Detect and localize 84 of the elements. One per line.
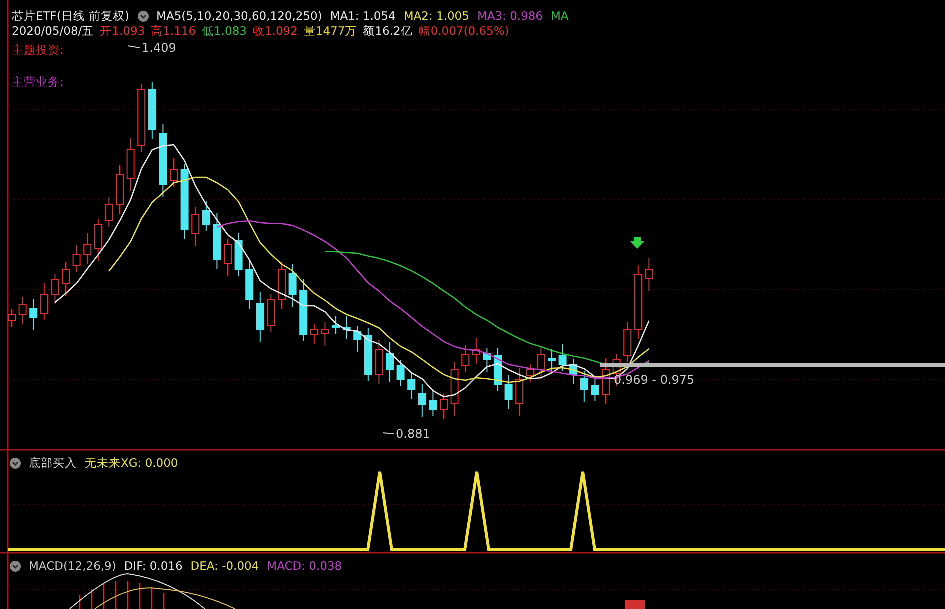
candlestick bbox=[624, 322, 632, 362]
down-arrow-icon bbox=[630, 237, 645, 249]
candlestick bbox=[462, 344, 470, 372]
quote-value: 量1477万 bbox=[304, 23, 358, 40]
candlestick bbox=[213, 212, 222, 270]
candlestick bbox=[8, 308, 16, 328]
ma-reading: MA bbox=[551, 8, 569, 25]
side-label: 主题投资: bbox=[12, 42, 64, 59]
candlestick bbox=[72, 244, 81, 272]
candlestick bbox=[321, 322, 330, 346]
candlestick bbox=[418, 384, 426, 418]
candlestick bbox=[288, 264, 297, 308]
quote-value: 收1.092 bbox=[252, 23, 298, 40]
candlestick bbox=[429, 388, 438, 416]
candlestick bbox=[224, 238, 232, 276]
panel-title: MACD(12,26,9) bbox=[29, 558, 116, 575]
quote-value: 额16.2亿 bbox=[363, 23, 413, 40]
candlestick bbox=[548, 348, 556, 374]
candlestick bbox=[116, 164, 124, 214]
quote-date: 2020/05/08/五 bbox=[12, 23, 94, 40]
candlestick bbox=[558, 344, 567, 372]
candlestick bbox=[504, 374, 513, 410]
dropdown-icon[interactable] bbox=[10, 458, 21, 470]
candlestick bbox=[51, 274, 60, 304]
candlestick bbox=[494, 348, 502, 392]
panel-reading: 无未来XG: 0.000 bbox=[85, 455, 178, 472]
candlestick bbox=[645, 258, 654, 292]
candlestick bbox=[170, 158, 178, 188]
ma-reading: MA3: 0.986 bbox=[477, 8, 543, 25]
quote-value: 开1.093 bbox=[100, 23, 146, 40]
leader-line bbox=[128, 46, 140, 48]
candlestick bbox=[148, 82, 156, 140]
leader-line bbox=[382, 432, 394, 434]
candlestick bbox=[234, 232, 243, 276]
candlestick bbox=[18, 296, 27, 324]
candlestick bbox=[246, 260, 254, 310]
candlestick bbox=[440, 394, 448, 420]
candlestick bbox=[354, 326, 362, 352]
candlestick bbox=[408, 372, 416, 400]
side-label: 主营业务: bbox=[12, 74, 64, 91]
candlestick bbox=[267, 294, 276, 332]
candlestick bbox=[537, 346, 546, 380]
panel-reading: DIF: 0.016 bbox=[124, 558, 183, 575]
indicator-label: MA5(5,10,20,30,60,120,250) bbox=[156, 8, 322, 25]
candlestick bbox=[332, 316, 340, 334]
candlestick bbox=[450, 362, 459, 416]
quote-value: 低1.083 bbox=[202, 23, 247, 40]
candlestick bbox=[472, 338, 480, 364]
candlestick bbox=[375, 340, 384, 384]
chart-title: 芯片ETF(日线 前复权) bbox=[12, 8, 130, 25]
candlestick bbox=[483, 348, 492, 372]
candlestick bbox=[278, 262, 286, 310]
candlestick bbox=[30, 298, 38, 330]
quote-value: 高1.116 bbox=[151, 23, 196, 40]
candlestick bbox=[62, 262, 70, 296]
candlestick bbox=[105, 196, 114, 228]
candlestick bbox=[526, 364, 534, 382]
candlestick bbox=[570, 358, 578, 384]
candlestick bbox=[516, 368, 524, 416]
candlestick bbox=[310, 324, 318, 344]
candlestick bbox=[138, 84, 146, 152]
quote-value: 幅0.007(0.65%) bbox=[418, 23, 510, 40]
candlestick bbox=[84, 232, 92, 264]
candlestick bbox=[94, 218, 102, 262]
price-label: 0.881 bbox=[396, 427, 430, 441]
price-label: 1.409 bbox=[142, 41, 176, 55]
candlestick bbox=[202, 200, 210, 232]
candlestick bbox=[342, 316, 351, 340]
candlestick bbox=[126, 138, 135, 192]
candlestick bbox=[364, 328, 372, 382]
dropdown-icon[interactable] bbox=[138, 11, 149, 22]
panel-title: 底部买入 bbox=[29, 455, 77, 472]
candlestick bbox=[300, 278, 308, 342]
candlestick bbox=[192, 206, 200, 246]
ma-reading: MA1: 1.054 bbox=[330, 8, 396, 25]
candlestick bbox=[580, 370, 588, 402]
ma-reading: MA2: 1.005 bbox=[404, 8, 470, 25]
candlestick bbox=[40, 282, 48, 320]
candlestick bbox=[386, 342, 394, 382]
candlestick bbox=[256, 292, 264, 342]
candlestick bbox=[396, 360, 405, 386]
panel-reading: MACD: 0.038 bbox=[267, 558, 342, 575]
panel-reading: DEA: -0.004 bbox=[190, 558, 260, 575]
dropdown-icon[interactable] bbox=[10, 561, 21, 572]
